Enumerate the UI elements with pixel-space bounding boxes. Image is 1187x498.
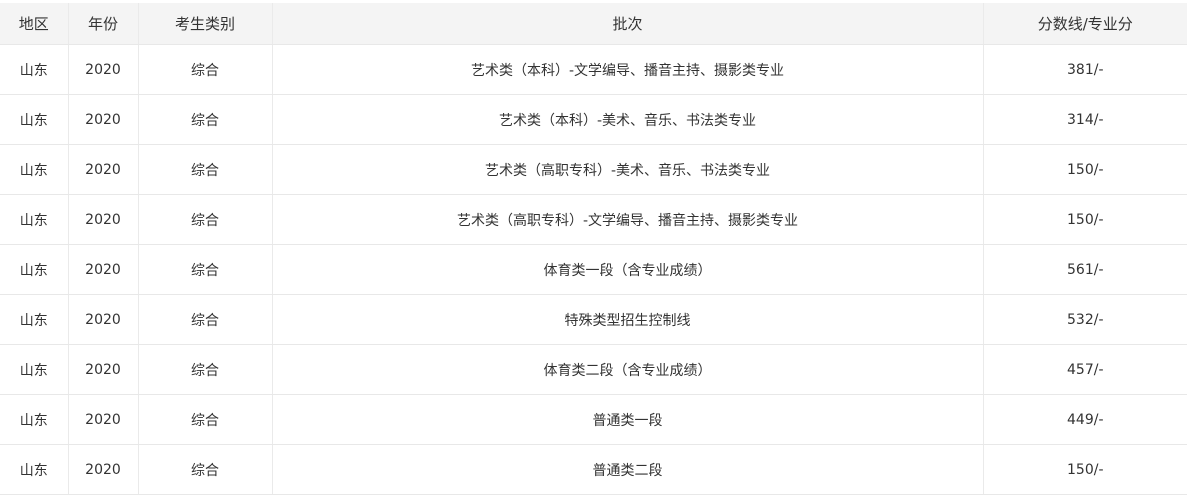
cell-score: 150/- <box>983 144 1187 195</box>
cell-category: 综合 <box>138 244 273 295</box>
table-row: 山东 2020 综合 艺术类（高职专科）-美术、音乐、书法类专业 150/- <box>0 144 1187 195</box>
cell-score: 150/- <box>983 444 1187 495</box>
cell-year: 2020 <box>68 194 139 245</box>
cell-batch: 普通类二段 <box>272 444 984 495</box>
cell-score: 381/- <box>983 44 1187 95</box>
cell-region: 山东 <box>0 394 69 445</box>
cell-category: 综合 <box>138 444 273 495</box>
cell-score: 314/- <box>983 94 1187 145</box>
table-row: 山东 2020 综合 艺术类（本科）-美术、音乐、书法类专业 314/- <box>0 94 1187 145</box>
cell-year: 2020 <box>68 244 139 295</box>
cell-region: 山东 <box>0 144 69 195</box>
cell-score: 532/- <box>983 294 1187 345</box>
cell-category: 综合 <box>138 194 273 245</box>
cell-score: 561/- <box>983 244 1187 295</box>
cell-category: 综合 <box>138 94 273 145</box>
cell-score: 457/- <box>983 344 1187 395</box>
header-year: 年份 <box>68 3 139 45</box>
cell-batch: 体育类二段（含专业成绩） <box>272 344 984 395</box>
cell-year: 2020 <box>68 94 139 145</box>
header-batch: 批次 <box>272 3 984 45</box>
cell-region: 山东 <box>0 244 69 295</box>
cell-year: 2020 <box>68 294 139 345</box>
cell-batch: 艺术类（高职专科）-文学编导、播音主持、摄影类专业 <box>272 194 984 245</box>
cell-batch: 艺术类（本科）-美术、音乐、书法类专业 <box>272 94 984 145</box>
cell-region: 山东 <box>0 444 69 495</box>
cell-batch: 体育类一段（含专业成绩） <box>272 244 984 295</box>
cell-year: 2020 <box>68 444 139 495</box>
header-row: 地区 年份 考生类别 批次 分数线/专业分 <box>0 3 1187 45</box>
cell-region: 山东 <box>0 344 69 395</box>
cell-batch: 艺术类（高职专科）-美术、音乐、书法类专业 <box>272 144 984 195</box>
cell-region: 山东 <box>0 44 69 95</box>
cell-score: 150/- <box>983 194 1187 245</box>
cell-year: 2020 <box>68 144 139 195</box>
cell-year: 2020 <box>68 344 139 395</box>
table-row: 山东 2020 综合 艺术类（本科）-文学编导、播音主持、摄影类专业 381/- <box>0 44 1187 95</box>
cell-score: 449/- <box>983 394 1187 445</box>
cell-region: 山东 <box>0 294 69 345</box>
cell-region: 山东 <box>0 194 69 245</box>
cell-batch: 艺术类（本科）-文学编导、播音主持、摄影类专业 <box>272 44 984 95</box>
table-row: 山东 2020 综合 特殊类型招生控制线 532/- <box>0 294 1187 345</box>
header-score: 分数线/专业分 <box>983 3 1187 45</box>
table-row: 山东 2020 综合 体育类二段（含专业成绩） 457/- <box>0 344 1187 395</box>
cell-category: 综合 <box>138 394 273 445</box>
cell-batch: 特殊类型招生控制线 <box>272 294 984 345</box>
cell-category: 综合 <box>138 294 273 345</box>
table-row: 山东 2020 综合 普通类一段 449/- <box>0 394 1187 445</box>
cell-category: 综合 <box>138 344 273 395</box>
table-row: 山东 2020 综合 普通类二段 150/- <box>0 444 1187 495</box>
cell-category: 综合 <box>138 144 273 195</box>
cell-year: 2020 <box>68 44 139 95</box>
table-row: 山东 2020 综合 体育类一段（含专业成绩） 561/- <box>0 244 1187 295</box>
score-table: 地区 年份 考生类别 批次 分数线/专业分 山东 2020 综合 艺术类（本科）… <box>0 3 1187 495</box>
table-row: 山东 2020 综合 艺术类（高职专科）-文学编导、播音主持、摄影类专业 150… <box>0 194 1187 245</box>
table-header: 地区 年份 考生类别 批次 分数线/专业分 <box>0 3 1187 45</box>
header-region: 地区 <box>0 3 69 45</box>
cell-region: 山东 <box>0 94 69 145</box>
cell-year: 2020 <box>68 394 139 445</box>
header-category: 考生类别 <box>138 3 273 45</box>
cell-category: 综合 <box>138 44 273 95</box>
table-body: 山东 2020 综合 艺术类（本科）-文学编导、播音主持、摄影类专业 381/-… <box>0 44 1187 495</box>
cell-batch: 普通类一段 <box>272 394 984 445</box>
